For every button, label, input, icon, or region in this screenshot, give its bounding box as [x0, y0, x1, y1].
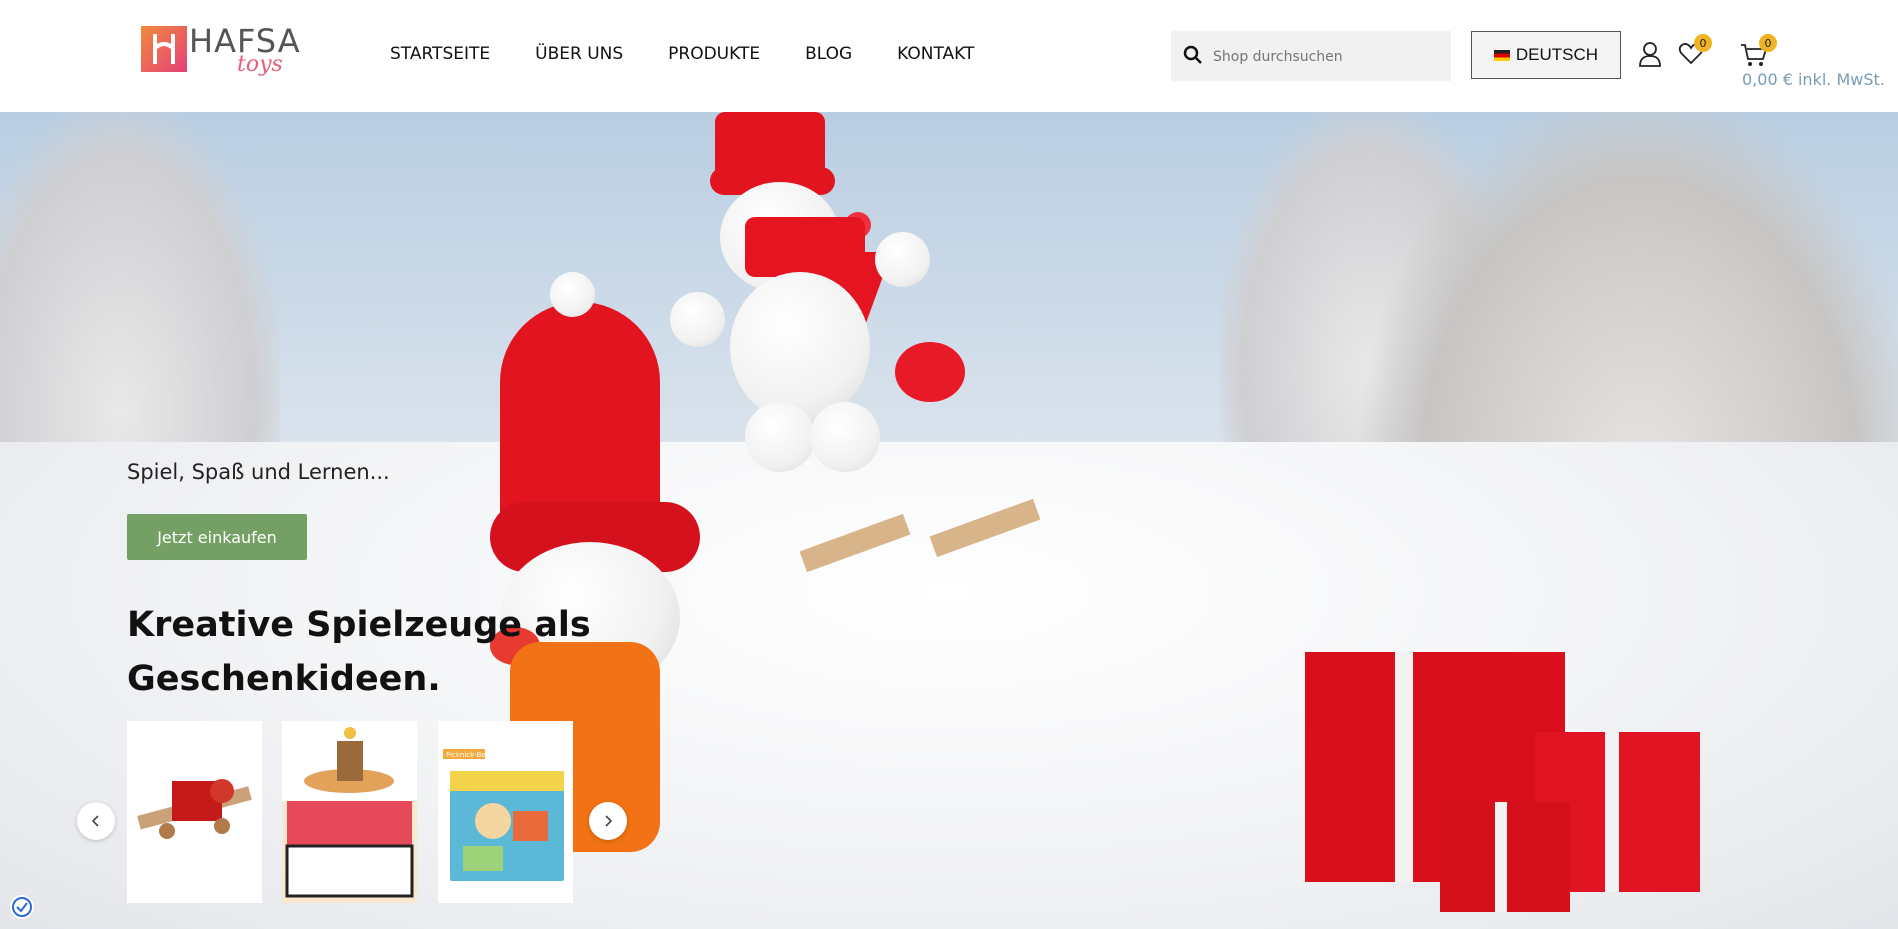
carousel-product-card[interactable]: Picknick-Box	[438, 721, 573, 903]
german-flag-icon	[1493, 49, 1510, 61]
shield-check-icon	[12, 897, 32, 917]
nav-item-ueber-uns[interactable]: ÜBER UNS	[535, 44, 623, 64]
cart-total[interactable]: 0,00 € inkl. MwSt.	[1742, 70, 1885, 89]
wishlist-count-badge: 0	[1694, 34, 1712, 52]
music-box-carousel-image	[282, 727, 417, 903]
hero-banner: Spiel, Spaß und Lernen... Jetzt einkaufe…	[0, 112, 1898, 929]
site-header: HAFSA toys STARTSEITE ÜBER UNS PRODUKTE …	[0, 0, 1898, 112]
brand-logo[interactable]: HAFSA toys	[141, 22, 300, 84]
chevron-right-icon	[605, 815, 613, 827]
hero-headline: Kreative Spielzeuge als Geschenkideen.	[127, 605, 591, 699]
search-input[interactable]	[1211, 31, 1445, 83]
nav-item-produkte[interactable]: PRODUKTE	[668, 44, 760, 64]
cookie-consent-button[interactable]	[10, 895, 34, 919]
carousel-product-card[interactable]	[282, 721, 417, 903]
carousel-prev-button[interactable]	[77, 802, 115, 840]
cart-count-badge: 0	[1759, 34, 1777, 52]
red-wooden-plane-image	[137, 779, 252, 839]
hero-tagline: Spiel, Spaß und Lernen...	[127, 460, 390, 484]
nav-item-startseite[interactable]: STARTSEITE	[390, 44, 490, 64]
main-nav: STARTSEITE ÜBER UNS PRODUKTE BLOG KONTAK…	[390, 44, 974, 64]
shop-now-button[interactable]: Jetzt einkaufen	[127, 514, 307, 560]
search-box	[1171, 31, 1451, 83]
product-carousel: Picknick-Box	[127, 721, 575, 903]
language-selector[interactable]: DEUTSCH	[1471, 31, 1621, 79]
nav-item-kontakt[interactable]: KONTAKT	[897, 44, 974, 64]
carousel-next-button[interactable]	[589, 802, 627, 840]
product-badge-text: Picknick-Box	[446, 751, 490, 759]
nav-item-blog[interactable]: BLOG	[805, 44, 852, 64]
user-account-icon[interactable]	[1638, 41, 1662, 67]
logo-mark-icon	[141, 26, 187, 72]
chevron-left-icon	[91, 815, 99, 827]
picknick-box-image: Picknick-Box	[443, 749, 564, 881]
language-label: DEUTSCH	[1515, 45, 1599, 64]
search-icon[interactable]	[1183, 45, 1203, 65]
carousel-product-card[interactable]	[127, 721, 262, 903]
brand-sub: toys	[237, 52, 283, 77]
